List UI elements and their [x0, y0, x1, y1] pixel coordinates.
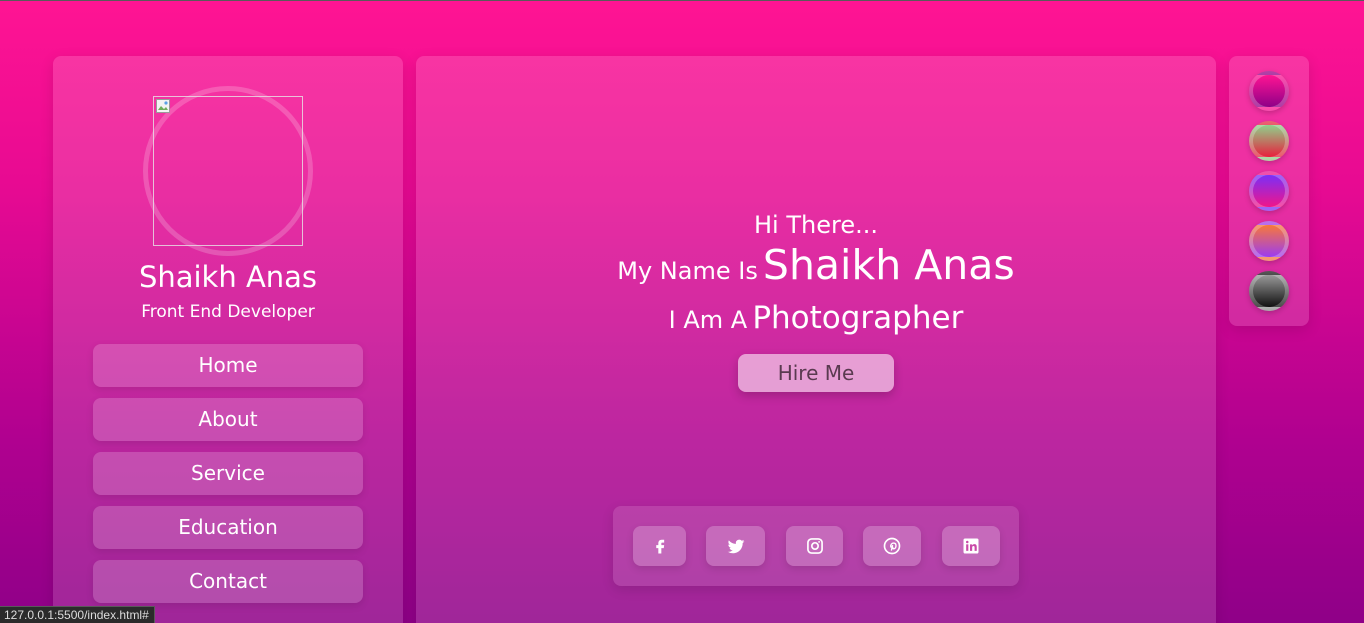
- hero-panel: Hi There... My Name Is Shaikh Anas I Am …: [416, 56, 1216, 623]
- social-links-bar: [613, 506, 1019, 586]
- hero-role-prefix: I Am A: [668, 306, 748, 334]
- facebook-link[interactable]: [633, 526, 686, 566]
- profile-role: Front End Developer: [141, 302, 315, 322]
- twitter-link[interactable]: [706, 526, 765, 566]
- theme-switcher: [1229, 56, 1309, 326]
- profile-sidebar: Shaikh Anas Front End Developer Home Abo…: [53, 56, 403, 623]
- hire-me-button[interactable]: Hire Me: [738, 354, 894, 392]
- nav-education-button[interactable]: Education: [93, 506, 363, 549]
- status-bar-url: 127.0.0.1:5500/index.html#: [0, 606, 155, 623]
- theme-swatch-magenta[interactable]: [1249, 71, 1289, 111]
- instagram-icon: [806, 538, 823, 554]
- nav-home-button[interactable]: Home: [93, 344, 363, 387]
- hero-name-prefix: My Name Is: [617, 257, 758, 285]
- window-top-border: [0, 0, 1364, 1]
- hero-name-line: My Name Is Shaikh Anas: [416, 241, 1216, 289]
- nav-service-button[interactable]: Service: [93, 452, 363, 495]
- avatar-image: [153, 96, 303, 246]
- theme-swatch-green-red[interactable]: [1249, 121, 1289, 161]
- profile-name: Shaikh Anas: [138, 260, 318, 294]
- theme-swatch-gray-black[interactable]: [1249, 271, 1289, 311]
- facebook-icon: [655, 539, 664, 554]
- pinterest-icon: [883, 537, 901, 555]
- nav-about-button[interactable]: About: [93, 398, 363, 441]
- hero-greeting: Hi There...: [754, 211, 878, 239]
- theme-swatch-orange-purple[interactable]: [1249, 221, 1289, 261]
- theme-swatch-purple-pink[interactable]: [1249, 171, 1289, 211]
- twitter-icon: [727, 539, 744, 554]
- broken-image-icon: [156, 99, 170, 113]
- hero-name: Shaikh Anas: [762, 241, 1015, 289]
- avatar: [143, 86, 313, 256]
- hero-role: Photographer: [752, 300, 964, 336]
- hero-role-line: I Am A Photographer: [416, 300, 1216, 336]
- nav-contact-button[interactable]: Contact: [93, 560, 363, 603]
- pinterest-link[interactable]: [863, 526, 921, 566]
- linkedin-icon: [963, 538, 979, 554]
- linkedin-link[interactable]: [942, 526, 1000, 566]
- instagram-link[interactable]: [786, 526, 843, 566]
